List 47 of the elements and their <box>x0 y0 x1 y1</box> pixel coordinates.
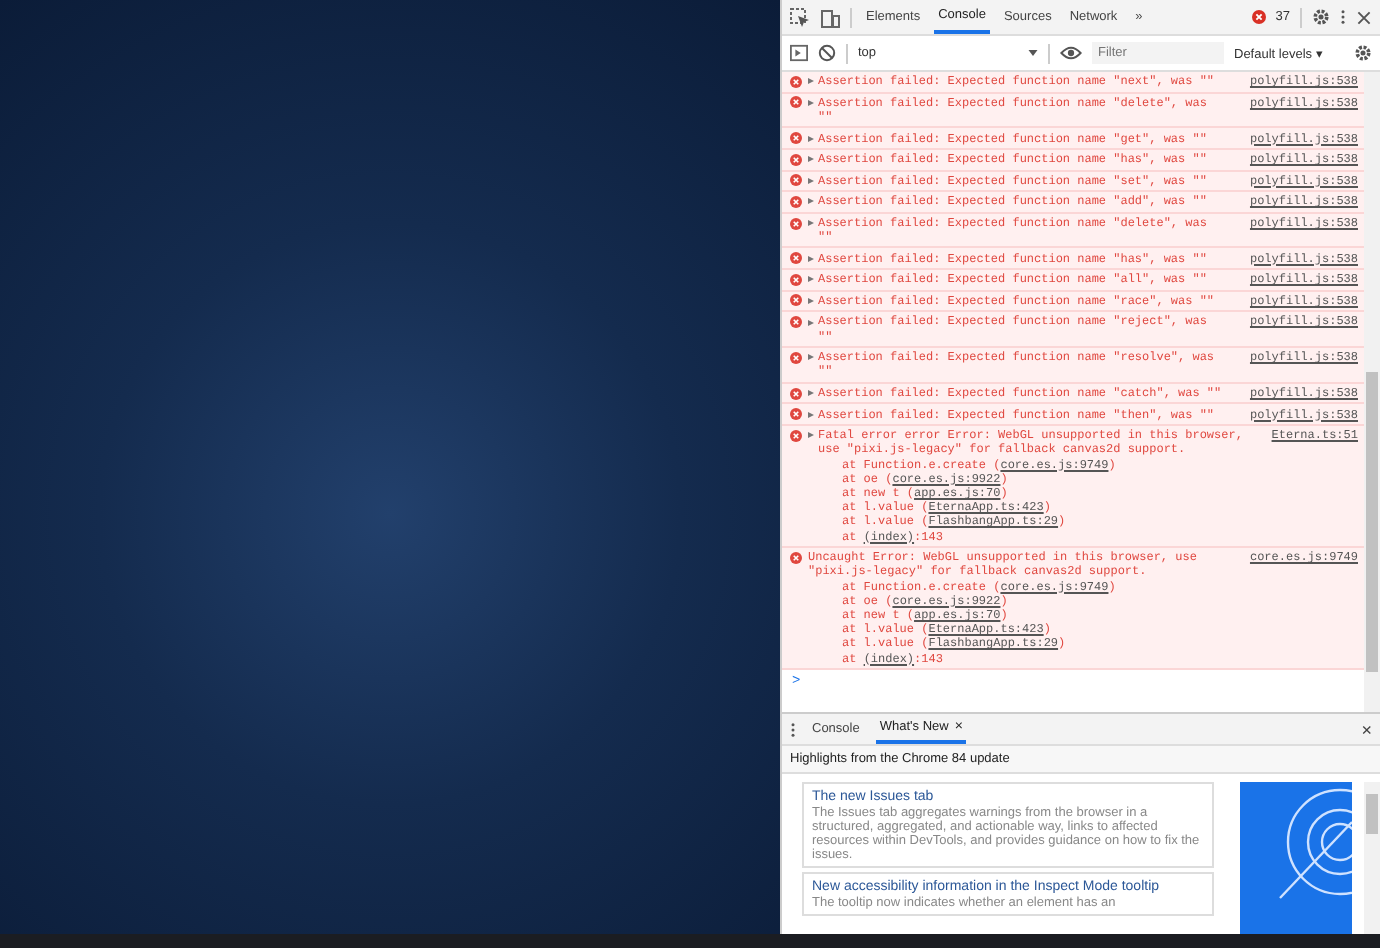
error-icon <box>790 551 802 564</box>
feature-card[interactable] <box>802 782 1214 868</box>
error-icon <box>790 316 802 329</box>
more-options-icon[interactable] <box>1340 8 1346 26</box>
expand-triangle-icon[interactable] <box>808 411 814 418</box>
caret-icon <box>1028 50 1038 56</box>
error-icon <box>790 153 802 166</box>
error-icon <box>1251 10 1266 24</box>
expand-triangle-icon[interactable] <box>808 354 814 361</box>
scroll-bar[interactable] <box>1364 782 1380 934</box>
device-toolbar-icon[interactable] <box>820 7 840 27</box>
expand-triangle-icon[interactable] <box>808 432 814 439</box>
sidebar-toggle-icon[interactable] <box>790 44 808 62</box>
inspect-cursor-icon[interactable] <box>790 7 810 27</box>
clear-console-icon[interactable] <box>818 44 836 62</box>
scroll-bar[interactable] <box>1364 72 1380 712</box>
error-icon <box>790 252 802 265</box>
expand-triangle-icon[interactable] <box>808 319 814 326</box>
settings-icon[interactable] <box>1354 44 1372 62</box>
expand-triangle-icon[interactable] <box>808 198 814 205</box>
error-icon <box>790 195 802 208</box>
error-icon <box>790 387 802 400</box>
error-icon <box>790 273 802 286</box>
error-icon <box>790 294 802 307</box>
error-icon <box>790 75 802 88</box>
eye-icon[interactable] <box>1060 46 1082 60</box>
expand-triangle-icon[interactable] <box>808 276 814 283</box>
expand-triangle-icon[interactable] <box>808 297 814 304</box>
error-icon <box>790 217 802 230</box>
error-icon <box>790 174 802 187</box>
more-options-icon[interactable] <box>790 721 796 737</box>
error-icon <box>790 429 802 442</box>
close-icon[interactable] <box>1356 9 1372 25</box>
expand-triangle-icon[interactable] <box>808 99 814 106</box>
error-icon <box>790 96 802 109</box>
expand-triangle-icon[interactable] <box>808 78 814 85</box>
error-icon <box>790 351 802 364</box>
error-icon <box>790 408 802 421</box>
expand-triangle-icon[interactable] <box>808 135 814 142</box>
expand-triangle-icon[interactable] <box>808 156 814 163</box>
error-icon <box>790 132 802 145</box>
expand-triangle-icon[interactable] <box>808 390 814 397</box>
close-drawer-button[interactable]: × <box>1361 719 1372 739</box>
expand-triangle-icon[interactable] <box>808 220 814 227</box>
expand-triangle-icon[interactable] <box>808 177 814 184</box>
expand-triangle-icon[interactable] <box>808 255 814 262</box>
settings-icon[interactable] <box>1312 8 1330 26</box>
